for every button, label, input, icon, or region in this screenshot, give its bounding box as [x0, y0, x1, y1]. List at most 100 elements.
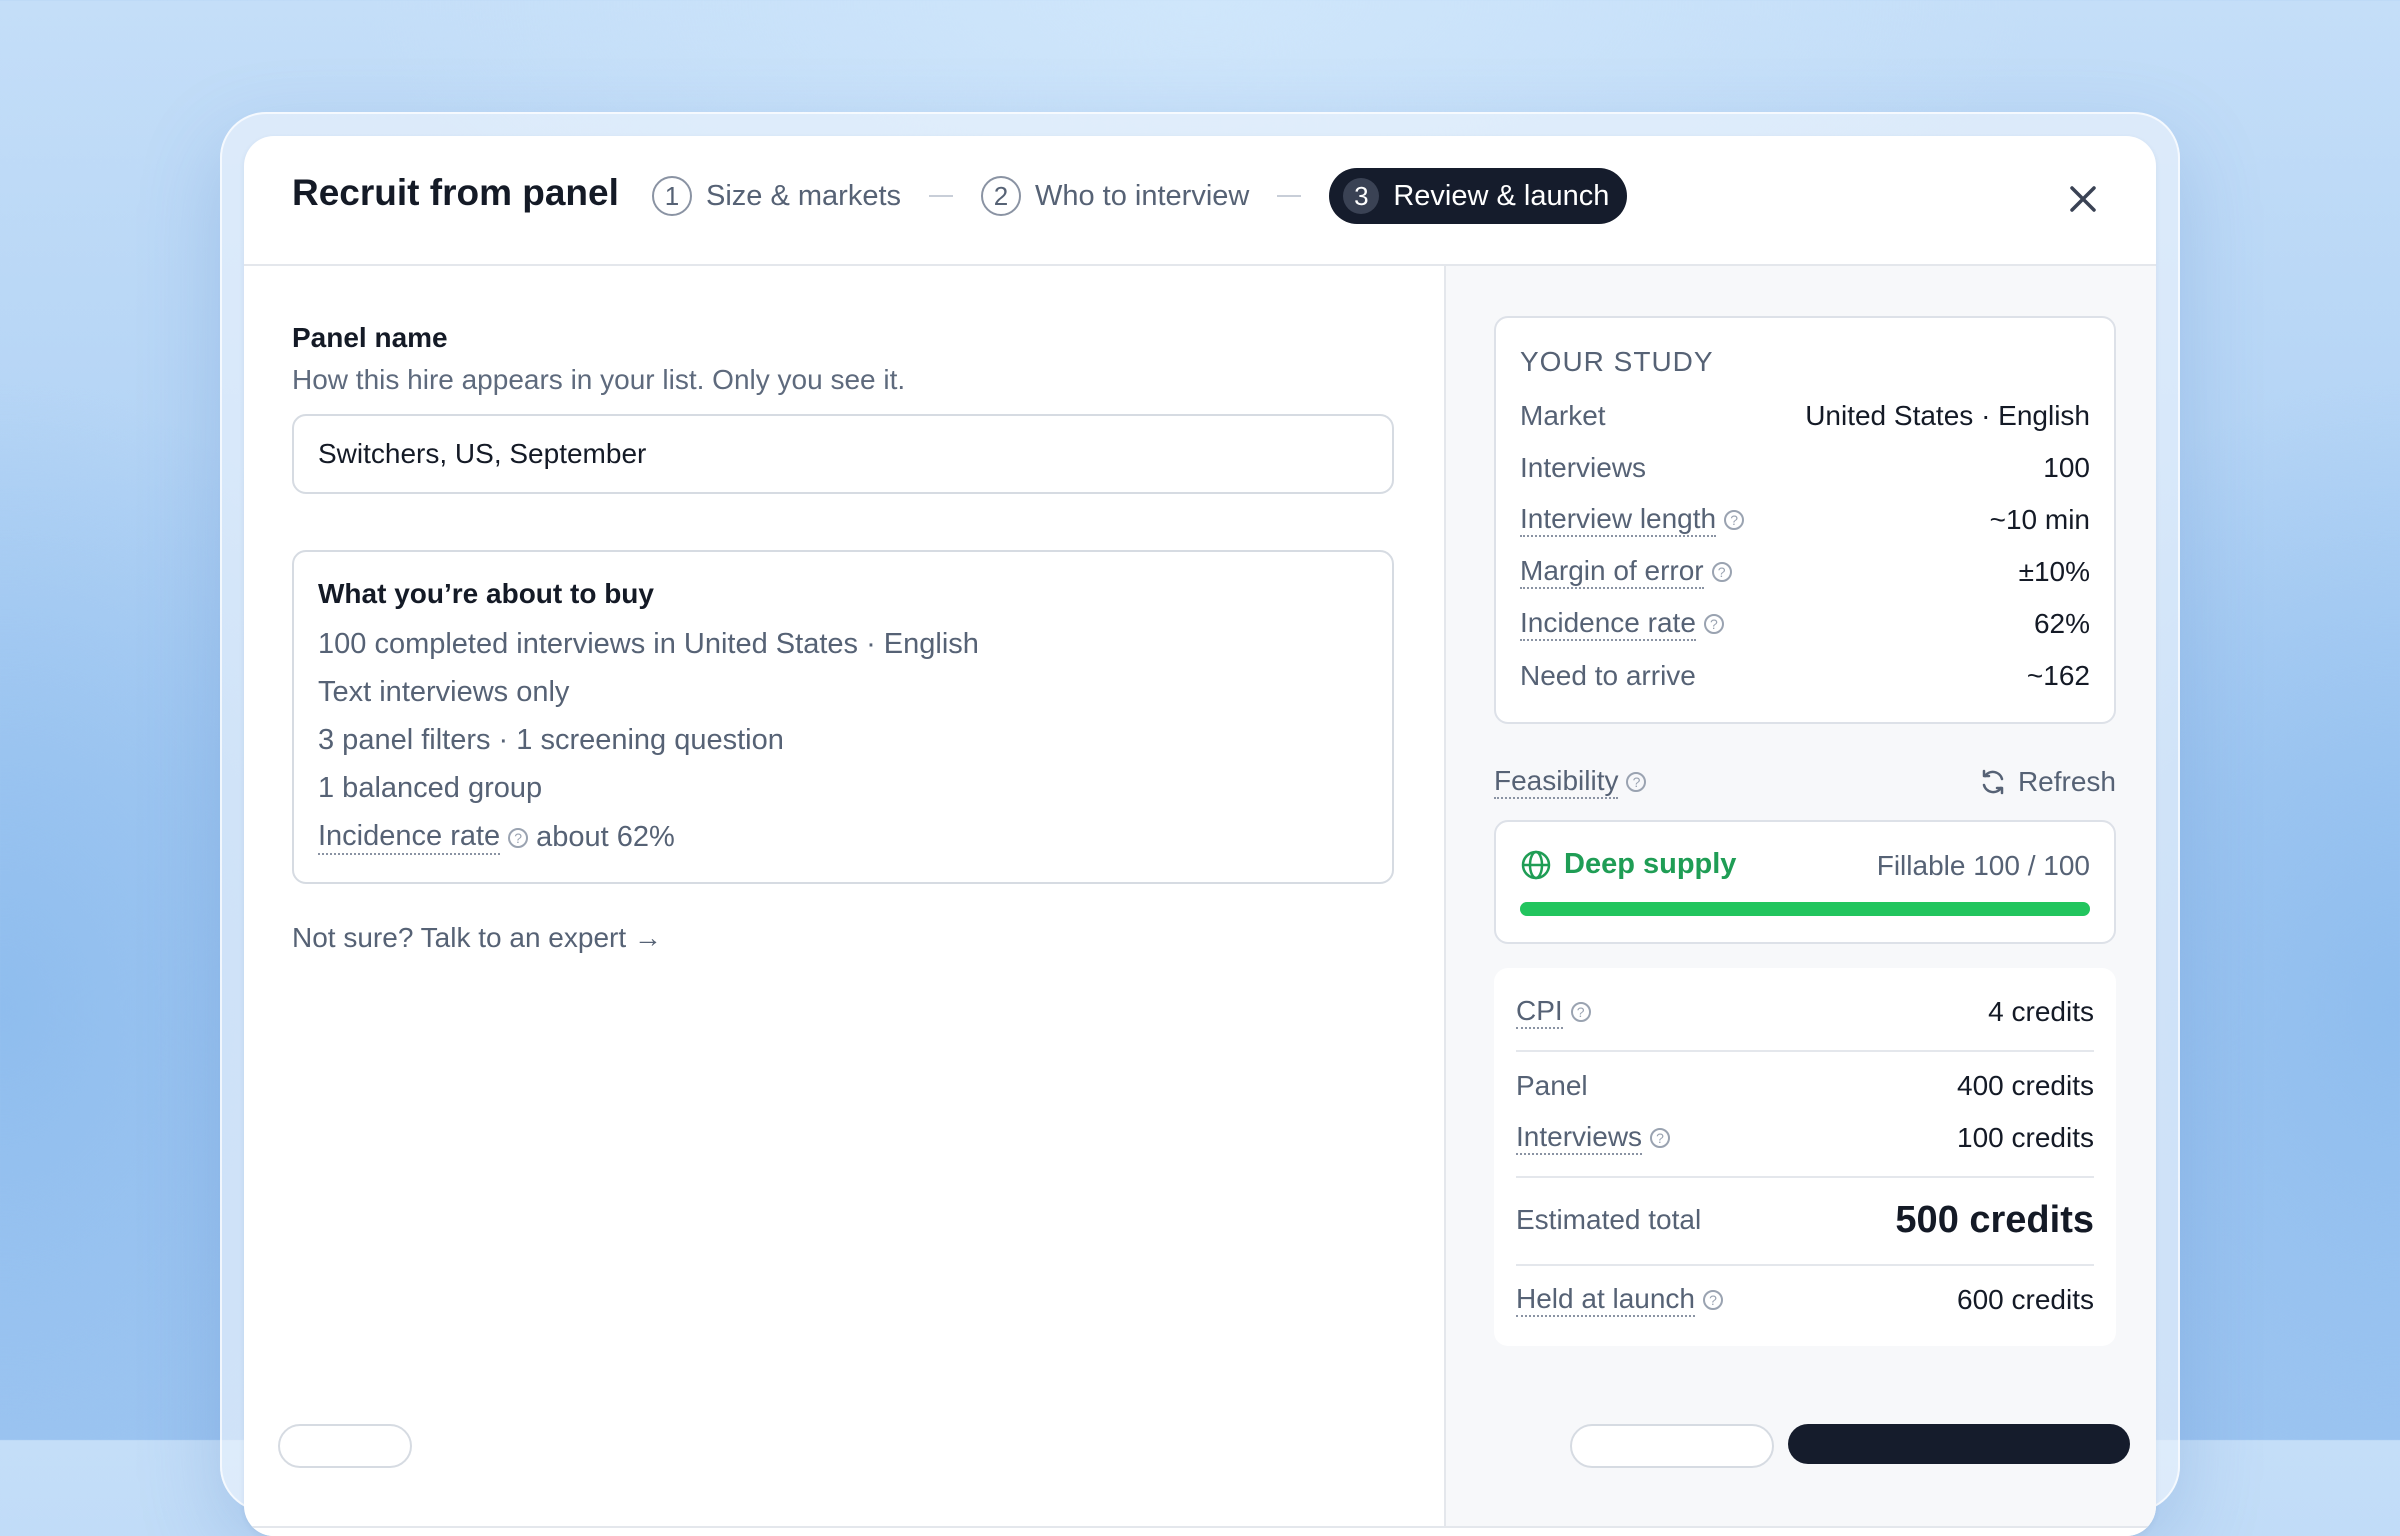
incidence-rate-value: about 62% [536, 821, 675, 853]
step-review-launch[interactable]: 3 Review & launch [1329, 168, 1628, 224]
study-row-key-wrap: Incidence rate ? [1520, 607, 1732, 641]
step-number: 2 [981, 176, 1021, 216]
recruit-modal: Recruit from panel 1 Size & markets 2 Wh… [244, 136, 2156, 1536]
right-column: YOUR STUDY Market United States · Englis… [1446, 266, 2156, 1526]
cpi-term[interactable]: CPI [1516, 995, 1563, 1029]
cost-key-wrap: Interviews ? [1516, 1121, 1678, 1155]
study-row-key: Market [1520, 400, 1606, 431]
close-icon[interactable] [2066, 182, 2100, 216]
step-label: Review & launch [1393, 179, 1610, 212]
cost-row-held: Held at launch ? 600 credits [1516, 1280, 2094, 1320]
cost-key-wrap: CPI ? [1516, 995, 1599, 1029]
cost-divider [1516, 1264, 2094, 1266]
cost-key-wrap: Held at launch ? [1516, 1283, 1731, 1317]
study-row-value: ~10 min [1989, 504, 2090, 535]
globe-icon [1521, 850, 1551, 879]
study-row-value: 100 [2043, 452, 2090, 483]
cost-card: CPI ? 4 credits Panel 400 credits Interv… [1494, 968, 2116, 1346]
purchase-summary-box: What you’re about to buy 100 completed i… [292, 550, 1394, 884]
study-heading: YOUR STUDY [1520, 346, 1714, 377]
total-value: 500 credits [1895, 1198, 2094, 1241]
step-who-to-interview[interactable]: 2 Who to interview [981, 168, 1249, 224]
study-row-incidence-rate: Incidence rate ? 62% [1520, 604, 2090, 644]
cost-row-cpi: CPI ? 4 credits [1516, 992, 2094, 1032]
study-row-margin-of-error: Margin of error ? ±10% [1520, 552, 2090, 592]
study-row-interviews: Interviews 100 [1520, 448, 2090, 488]
fillable-count: Fillable 100 / 100 [1876, 850, 2090, 881]
held-at-launch-term[interactable]: Held at launch [1516, 1283, 1696, 1317]
supply-text: Deep supply [1564, 848, 1737, 880]
cost-row-interviews: Interviews ? 100 credits [1516, 1118, 2094, 1158]
incidence-rate-term[interactable]: Incidence rate [318, 820, 501, 855]
help-icon[interactable]: ? [1626, 772, 1647, 792]
cost-row-panel: Panel 400 credits [1516, 1066, 2094, 1106]
stepper: 1 Size & markets 2 Who to interview 3 Re… [652, 168, 1628, 224]
total-label: Estimated total [1516, 1204, 1702, 1235]
step-number: 3 [1343, 178, 1380, 214]
study-row-key: Need to arrive [1520, 660, 1696, 691]
modal-footer [244, 1526, 2156, 1536]
modal-header: Recruit from panel 1 Size & markets 2 Wh… [244, 136, 2156, 266]
help-icon[interactable]: ? [508, 827, 529, 848]
incidence-rate-term[interactable]: Incidence rate [1520, 607, 1696, 641]
supply-status: Deep supply [1520, 848, 1736, 881]
step-number: 1 [652, 176, 692, 216]
step-size-markets[interactable]: 1 Size & markets [652, 168, 901, 224]
panel-cost-label: Panel [1516, 1070, 1588, 1101]
help-icon[interactable]: ? [1711, 562, 1732, 582]
fill-progress-fill [1520, 902, 2090, 916]
panel-name-label: Panel name [292, 322, 448, 353]
launch-button[interactable] [1788, 1424, 2130, 1464]
cost-divider [1516, 1050, 2094, 1052]
study-row-need-to-arrive: Need to arrive ~162 [1520, 656, 2090, 696]
study-row-key-wrap: Interview length ? [1520, 503, 1752, 537]
study-summary-card: YOUR STUDY Market United States · Englis… [1494, 316, 2116, 724]
back-button[interactable] [278, 1424, 412, 1468]
study-row-value: United States · English [1805, 400, 2090, 431]
purchase-line: 1 balanced group [318, 772, 543, 804]
help-icon[interactable]: ? [1650, 1128, 1671, 1148]
held-value: 600 credits [1957, 1284, 2094, 1315]
refresh-icon [1982, 769, 2004, 795]
purchase-incidence-line: Incidence rate ? about 62% [318, 820, 675, 855]
study-row-key-wrap: Margin of error ? [1520, 555, 1740, 589]
modal-title: Recruit from panel [292, 172, 619, 213]
help-icon[interactable]: ? [1570, 1002, 1591, 1022]
study-row-value: 62% [2033, 608, 2090, 639]
cpi-value: 4 credits [1988, 996, 2094, 1027]
help-icon[interactable]: ? [1703, 1290, 1724, 1310]
step-label: Who to interview [1035, 179, 1250, 212]
panel-name-help: How this hire appears in your list. Only… [292, 364, 906, 395]
talk-to-expert-link[interactable]: Not sure? Talk to an expert → [292, 922, 662, 954]
step-label: Size & markets [706, 179, 901, 212]
study-row-interview-length: Interview length ? ~10 min [1520, 500, 2090, 540]
step-separator [929, 195, 953, 197]
study-row-market: Market United States · English [1520, 396, 2090, 436]
interviews-term[interactable]: Interviews [1516, 1121, 1643, 1155]
cost-row-total: Estimated total 500 credits [1516, 1192, 2094, 1248]
cost-divider [1516, 1176, 2094, 1178]
feasibility-header: Feasibility ? Refresh [1494, 762, 2116, 802]
help-icon[interactable]: ? [1703, 614, 1724, 634]
secondary-footer-button[interactable] [1570, 1424, 1774, 1468]
panel-name-input[interactable] [292, 414, 1394, 494]
step-separator [1277, 195, 1302, 197]
purchase-summary-title: What you’re about to buy [318, 578, 654, 609]
purchase-line: 3 panel filters · 1 screening question [318, 724, 784, 756]
interviews-cost-value: 100 credits [1957, 1122, 2094, 1153]
help-icon[interactable]: ? [1724, 510, 1745, 530]
refresh-label: Refresh [2017, 766, 2116, 797]
purchase-line: Text interviews only [318, 676, 570, 708]
feasibility-label-wrap: Feasibility ? [1494, 765, 1654, 799]
purchase-line: 100 completed interviews in United State… [318, 628, 979, 660]
feasibility-term[interactable]: Feasibility [1494, 765, 1619, 799]
study-row-key: Interviews [1520, 452, 1647, 483]
interview-length-term[interactable]: Interview length [1520, 503, 1717, 537]
margin-of-error-term[interactable]: Margin of error [1520, 555, 1704, 589]
study-row-value: ~162 [2026, 660, 2090, 691]
panel-cost-value: 400 credits [1957, 1070, 2094, 1101]
supply-card: Deep supply Fillable 100 / 100 [1494, 820, 2116, 944]
study-row-value: ±10% [2018, 556, 2090, 587]
fill-progress-bar [1520, 902, 2090, 916]
refresh-button[interactable]: Refresh [1978, 766, 2116, 798]
